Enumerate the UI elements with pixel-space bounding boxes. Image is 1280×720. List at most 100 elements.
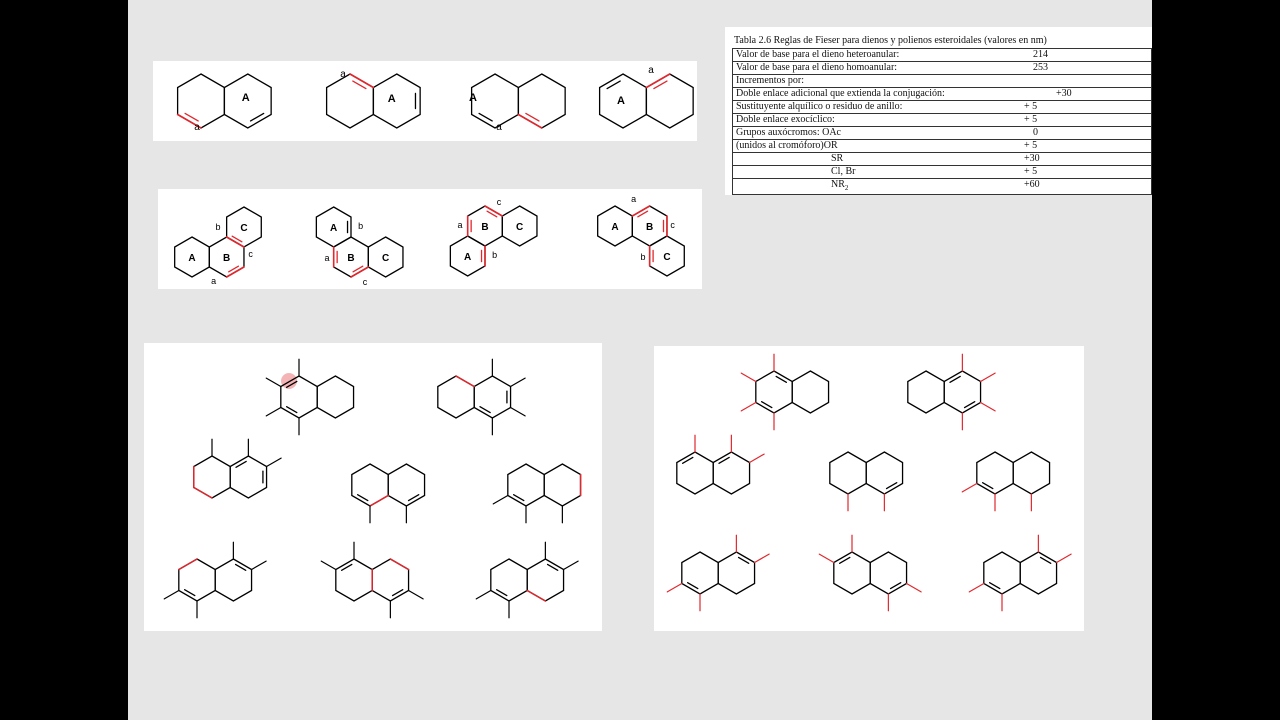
substituent-bond [562, 560, 579, 571]
substituent-bond [265, 377, 282, 388]
ring [193, 455, 231, 499]
ring [325, 73, 375, 129]
substituent-bond [818, 553, 835, 564]
row-label: Doble enlace adicional que extienda la c… [736, 88, 945, 99]
ring [681, 551, 719, 595]
ring-label: B [481, 222, 488, 233]
table-row: Valor de base para el dieno heteroanular… [732, 48, 1152, 62]
ring-label: C [516, 222, 523, 233]
row-value: + 5 [1024, 114, 1038, 125]
table-cell: Doble enlace exocíclico: + 5 [732, 113, 1152, 127]
ring-label: b [215, 222, 220, 232]
row-label: Incrementos por: [736, 75, 805, 86]
table-cell: Incrementos por: [732, 74, 1152, 88]
ring-label: c [363, 277, 368, 287]
row-label: Valor de base para el dieno heteroanular… [736, 49, 900, 60]
table-cell: Grupos auxócromos: OAc 0 [732, 126, 1152, 140]
table-row: Grupos auxócromos: OAc 0 [732, 126, 1152, 140]
tricyclic-diene-panel: A B Ca b c A B Cb a c A B Ca c b A B Ca c b [158, 189, 702, 289]
ring [437, 375, 475, 419]
row-value: 0 [1033, 127, 1038, 138]
table-row: Valor de base para el dieno homoanular: 2… [732, 61, 1152, 75]
ring [335, 558, 373, 602]
diene-types-figure: Aa Aa Aa Aa [176, 65, 694, 133]
ring [976, 451, 1014, 495]
ring-label: a [496, 122, 502, 133]
ring-label: C [240, 223, 247, 234]
ring [829, 451, 867, 495]
ring [176, 73, 226, 129]
row-label: Grupos auxócromos: OAc [736, 127, 841, 138]
row-value: + 5 [1024, 166, 1038, 177]
row-value: 253 [1033, 62, 1048, 73]
table-caption: Tabla 2.6 Reglas de Fieser para dienos y… [734, 35, 1047, 46]
substituent-bond [961, 482, 978, 493]
ring [229, 455, 268, 499]
substituent-bond [320, 560, 337, 571]
row-label-subscript: 2 [844, 184, 849, 192]
ring-label: a [340, 69, 346, 80]
ring-label: B [646, 222, 653, 233]
ring-label: B [223, 253, 230, 264]
ring-label: A [611, 222, 618, 233]
table-row: Cl, Br + 5 [732, 165, 1152, 179]
substituent-bond [740, 372, 757, 383]
highlighted-bond [369, 494, 389, 507]
table-row: Doble enlace adicional que extienda la c… [732, 87, 1152, 101]
substituent-bond [740, 401, 757, 412]
ring [943, 370, 982, 414]
substituent-bond [968, 582, 985, 593]
table-cell: Cl, Br + 5 [732, 165, 1152, 179]
substituent-bond [407, 589, 424, 600]
ring-label: C [382, 253, 389, 264]
ring [517, 73, 566, 129]
ring [712, 451, 751, 495]
substituent-bond [905, 582, 922, 593]
table-cell: Valor de base para el dieno heteroanular… [732, 48, 1152, 62]
substituent-bond [163, 589, 180, 600]
examples-left-panel [144, 343, 602, 631]
highlighted-bond [389, 558, 410, 571]
fieser-table-panel: Tabla 2.6 Reglas de Fieser para dienos y… [725, 27, 1152, 195]
row-label: SR [831, 153, 844, 164]
table-cell: (unidos al cromóforo)OR + 5 [732, 139, 1152, 153]
table-row: Sustituyente alquílico o residuo de anil… [732, 100, 1152, 114]
ring [833, 551, 871, 595]
table-cell: Valor de base para el dieno homoanular: 2… [732, 61, 1152, 75]
ring [470, 73, 520, 129]
substituent-bond [250, 560, 267, 571]
ring-label: A [188, 253, 195, 264]
row-value: +30 [1056, 88, 1072, 99]
ring-label: c [248, 249, 253, 259]
highlighted-bond [455, 375, 475, 388]
substituent-bond [979, 372, 996, 383]
table-row: NR2 +60 [732, 178, 1152, 195]
ring-label: b [358, 221, 363, 231]
table-cell: NR2 +60 [732, 178, 1152, 195]
ring-label: A [330, 223, 337, 234]
ring-label: a [648, 65, 654, 76]
substituent-bond [666, 582, 683, 593]
ring-label: a [631, 194, 636, 204]
substituent-bond [1055, 553, 1072, 564]
ring [507, 463, 545, 507]
ring [865, 451, 904, 495]
substituent-bond [753, 553, 770, 564]
substituent-bond [509, 377, 526, 388]
ring [473, 375, 512, 419]
row-label: Valor de base para el dieno homoanular: [736, 62, 898, 73]
ring-label: B [347, 253, 354, 264]
ring [645, 73, 694, 129]
ring-label: b [640, 252, 645, 262]
ring [214, 558, 253, 602]
ring [1012, 451, 1051, 495]
ring [676, 451, 714, 495]
substituent-bond [509, 406, 526, 417]
fieser-rules-table: Valor de base para el dieno heteroanular… [732, 48, 1152, 195]
ring-label: A [617, 95, 625, 107]
ring-label: b [492, 250, 497, 260]
substituent-bond [265, 406, 282, 417]
ring-label: a [324, 253, 329, 263]
ring [526, 558, 565, 602]
row-value: +30 [1024, 153, 1040, 164]
